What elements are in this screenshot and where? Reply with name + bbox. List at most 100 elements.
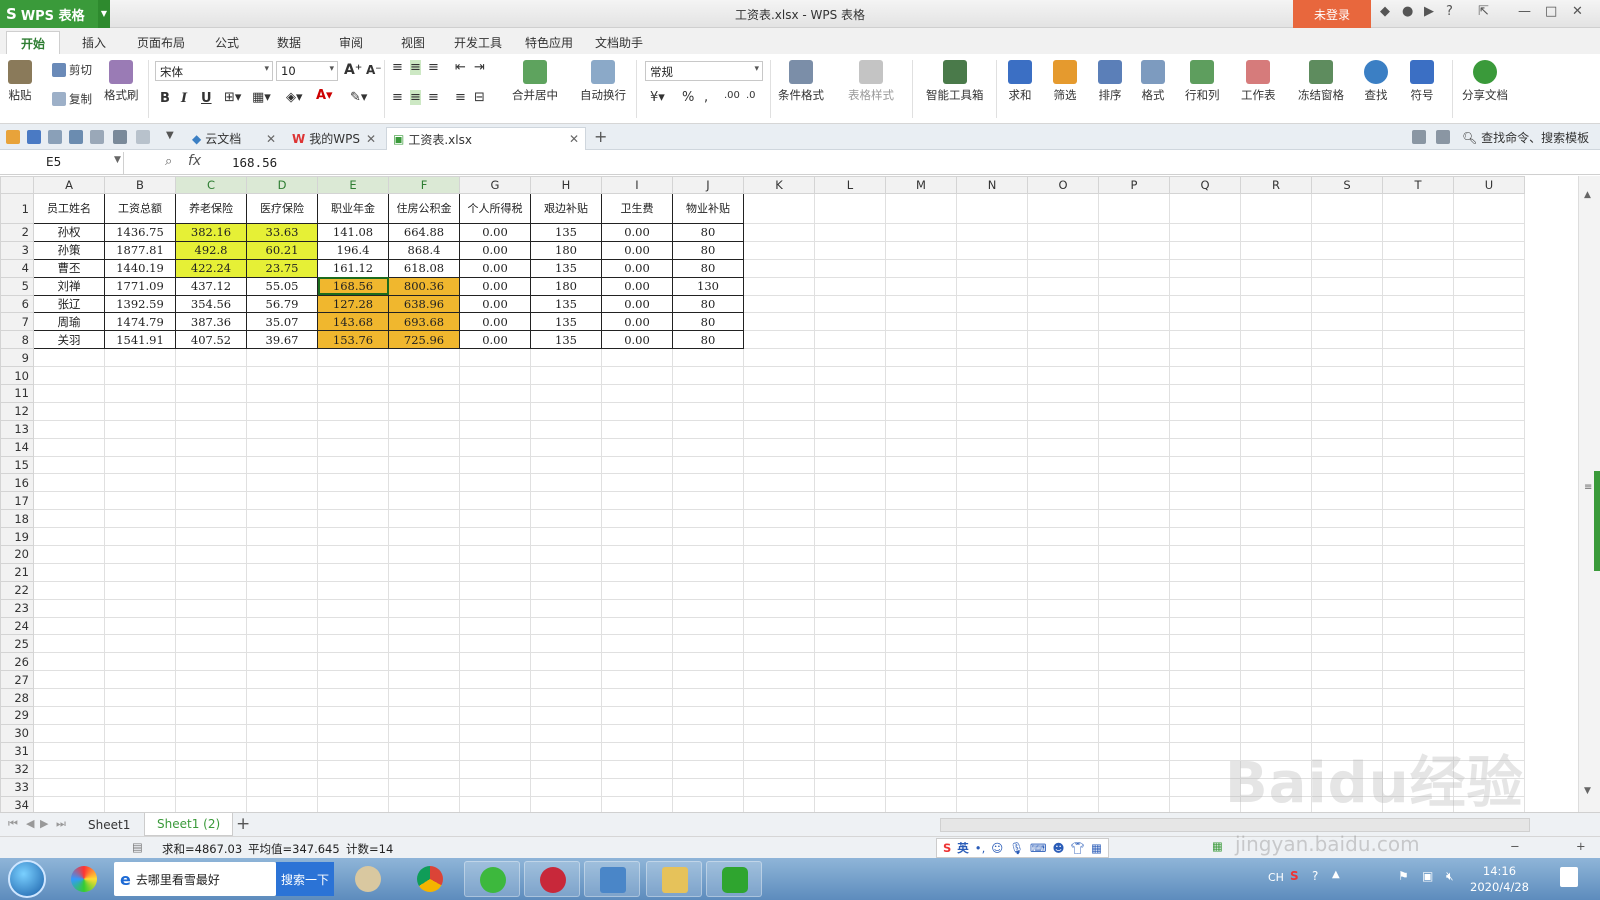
cell-o33[interactable] — [1027, 777, 1099, 797]
cell-c33[interactable] — [175, 777, 247, 797]
cell-r28[interactable] — [1240, 688, 1312, 708]
cell-l21[interactable] — [814, 562, 886, 582]
cell-i14[interactable] — [601, 437, 673, 457]
cell-d30[interactable] — [246, 723, 318, 743]
cell-h28[interactable] — [530, 688, 602, 708]
cell-l5[interactable] — [814, 276, 886, 296]
sheet-nav-first-icon[interactable]: ⏮ — [8, 817, 18, 831]
row-header[interactable]: 23 — [0, 598, 34, 618]
cell-i27[interactable] — [601, 670, 673, 690]
cell-s8[interactable] — [1311, 330, 1383, 350]
vertical-scrollbar[interactable]: ▲ ≡ ▼ — [1578, 176, 1600, 812]
cell-l9[interactable] — [814, 348, 886, 368]
auto-wrap-button[interactable]: 自动换行 — [580, 60, 626, 103]
cell-r26[interactable] — [1240, 652, 1312, 672]
cell-e20[interactable] — [317, 545, 389, 564]
row-header[interactable]: 21 — [0, 562, 34, 582]
cell-g2[interactable]: 0.00 — [459, 223, 531, 242]
cell-s15[interactable] — [1311, 455, 1383, 475]
cell-r18[interactable] — [1240, 509, 1312, 529]
cell-m12[interactable] — [885, 401, 957, 421]
cell-fill-icon[interactable]: ▦▾ — [252, 90, 271, 105]
cell-s3[interactable] — [1311, 240, 1383, 260]
cell-d31[interactable] — [246, 741, 318, 761]
row-header[interactable]: 2 — [0, 223, 34, 242]
cell-e27[interactable] — [317, 670, 389, 690]
cell-a14[interactable] — [33, 437, 105, 457]
cell-q22[interactable] — [1169, 580, 1241, 600]
column-header-c[interactable]: C — [175, 176, 247, 194]
cell-p21[interactable] — [1098, 562, 1170, 582]
cell-m14[interactable] — [885, 437, 957, 457]
cell-j31[interactable] — [672, 741, 744, 761]
cell-d23[interactable] — [246, 598, 318, 618]
cell-n24[interactable] — [956, 616, 1028, 636]
tab-salary-xlsx[interactable]: ▣ 工资表.xlsx ✕ — [386, 127, 586, 150]
cell-e11[interactable] — [317, 384, 389, 403]
cell-t29[interactable] — [1382, 706, 1454, 725]
cell-r20[interactable] — [1240, 545, 1312, 564]
cell-b21[interactable] — [104, 562, 176, 582]
cell-i28[interactable] — [601, 688, 673, 708]
border-icon[interactable]: ⊞▾ — [224, 90, 241, 105]
cell-l27[interactable] — [814, 670, 886, 690]
cell-e32[interactable] — [317, 759, 389, 779]
cell-n20[interactable] — [956, 545, 1028, 564]
rows-cols-button[interactable]: 行和列 — [1185, 60, 1220, 103]
cell-l2[interactable] — [814, 223, 886, 242]
cell-d34[interactable] — [246, 795, 318, 812]
tab-insert[interactable]: 插入 — [82, 34, 106, 51]
cell-k30[interactable] — [743, 723, 815, 743]
row-header[interactable]: 27 — [0, 670, 34, 690]
cell-u1[interactable] — [1453, 193, 1525, 224]
cell-u9[interactable] — [1453, 348, 1525, 368]
cell-r4[interactable] — [1240, 258, 1312, 278]
cell-m6[interactable] — [885, 294, 957, 314]
cell-j23[interactable] — [672, 598, 744, 618]
cell-f3[interactable]: 868.4 — [388, 240, 460, 260]
cell-j2[interactable]: 80 — [672, 223, 744, 242]
cell-h25[interactable] — [530, 634, 602, 654]
cell-i6[interactable]: 0.00 — [601, 294, 673, 314]
cell-m20[interactable] — [885, 545, 957, 564]
cell-f14[interactable] — [388, 437, 460, 457]
cell-i20[interactable] — [601, 545, 673, 564]
increase-decimal-icon[interactable]: .00 — [724, 90, 740, 101]
cell-f11[interactable] — [388, 384, 460, 403]
paste-button[interactable]: 粘贴 — [8, 60, 32, 103]
tab-formulas[interactable]: 公式 — [215, 34, 239, 51]
column-header-h[interactable]: H — [530, 176, 602, 194]
cell-n14[interactable] — [956, 437, 1028, 457]
cell-k4[interactable] — [743, 258, 815, 278]
cell-l34[interactable] — [814, 795, 886, 812]
cell-e22[interactable] — [317, 580, 389, 600]
cell-i5[interactable]: 0.00 — [601, 276, 673, 296]
column-header-t[interactable]: T — [1382, 176, 1454, 194]
cell-q2[interactable] — [1169, 223, 1241, 242]
tray-clock[interactable]: 14:16 2020/4/28 — [1470, 863, 1529, 895]
tab-page-layout[interactable]: 页面布局 — [137, 34, 185, 51]
cell-o30[interactable] — [1027, 723, 1099, 743]
print-icon[interactable] — [69, 130, 83, 144]
cell-m3[interactable] — [885, 240, 957, 260]
cell-m18[interactable] — [885, 509, 957, 529]
cell-c31[interactable] — [175, 741, 247, 761]
cell-h9[interactable] — [530, 348, 602, 368]
formula-input[interactable]: 168.56 — [232, 155, 277, 170]
tray-expand-icon[interactable]: ▲ — [1332, 869, 1340, 880]
cell-c9[interactable] — [175, 348, 247, 368]
cell-a19[interactable] — [33, 527, 105, 547]
cell-l10[interactable] — [814, 366, 886, 386]
cell-s29[interactable] — [1311, 706, 1383, 725]
cell-o1[interactable] — [1027, 193, 1099, 224]
cell-d7[interactable]: 35.07 — [246, 312, 318, 332]
cell-t26[interactable] — [1382, 652, 1454, 672]
cell-j28[interactable] — [672, 688, 744, 708]
column-header-p[interactable]: P — [1098, 176, 1170, 194]
cell-o24[interactable] — [1027, 616, 1099, 636]
cell-j14[interactable] — [672, 437, 744, 457]
cell-b24[interactable] — [104, 616, 176, 636]
cell-n34[interactable] — [956, 795, 1028, 812]
cell-q10[interactable] — [1169, 366, 1241, 386]
cell-h21[interactable] — [530, 562, 602, 582]
